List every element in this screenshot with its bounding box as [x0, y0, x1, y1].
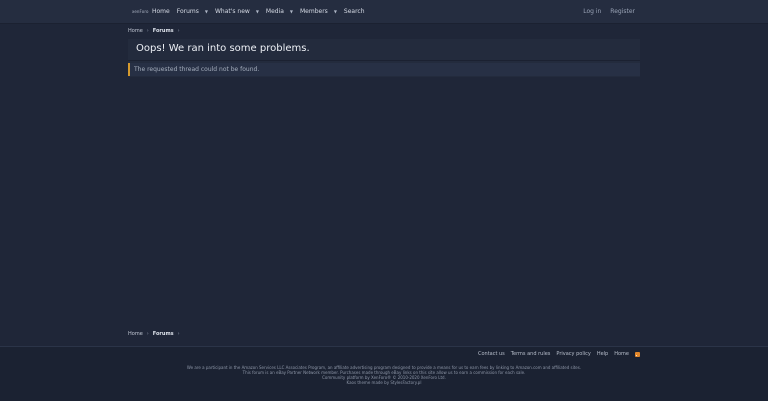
error-notice: The requested thread could not be found.	[128, 63, 640, 76]
chevron-down-icon[interactable]: ▼	[334, 9, 337, 14]
footer-line-theme: Kaos theme made by StylesFactory.pl	[346, 380, 422, 385]
chevron-down-icon[interactable]: ▼	[256, 9, 259, 14]
nav-whats-new[interactable]: What's new ▼	[215, 8, 259, 15]
main-nav: Home Forums ▼ What's new ▼ Media ▼ Membe…	[152, 0, 372, 23]
footer-link-privacy[interactable]: Privacy policy	[556, 351, 590, 357]
chevron-down-icon[interactable]: ▼	[290, 9, 293, 14]
nav-media[interactable]: Media ▼	[266, 8, 293, 15]
rss-icon[interactable]	[635, 351, 640, 357]
login-link[interactable]: Log in	[583, 8, 601, 15]
footer-link-home[interactable]: Home	[614, 351, 629, 357]
top-navigation-inner: xenForo Home Forums ▼ What's new ▼ Media…	[128, 0, 640, 23]
nav-forums[interactable]: Forums ▼	[177, 8, 208, 15]
breadcrumb-forums[interactable]: Forums	[153, 28, 174, 34]
chevron-down-icon[interactable]: ▼	[205, 9, 208, 14]
chevron-right-icon: ›	[177, 331, 180, 337]
nav-search[interactable]: Search	[344, 8, 365, 15]
nav-search-label: Search	[343, 8, 365, 15]
site-logo[interactable]: xenForo	[132, 9, 149, 14]
register-link[interactable]: Register	[610, 8, 635, 15]
divider	[128, 60, 640, 61]
nav-whats-new-label: What's new	[214, 8, 250, 15]
footer-link-terms[interactable]: Terms and rules	[511, 351, 551, 357]
chevron-right-icon: ›	[146, 28, 149, 34]
footer-links: Contact us Terms and rules Privacy polic…	[472, 351, 640, 357]
footer-link-contact[interactable]: Contact us	[478, 351, 505, 357]
nav-members-label: Members	[300, 8, 328, 15]
breadcrumb-home[interactable]: Home	[128, 331, 143, 337]
top-navigation-bar: xenForo Home Forums ▼ What's new ▼ Media…	[0, 0, 768, 24]
breadcrumb: Home › Forums ›	[128, 28, 184, 34]
nav-media-label: Media	[265, 8, 284, 15]
chevron-right-icon: ›	[146, 331, 149, 337]
breadcrumb-home[interactable]: Home	[128, 28, 143, 34]
breadcrumb-bottom: Home › Forums ›	[128, 331, 184, 337]
breadcrumb-forums[interactable]: Forums	[153, 331, 174, 337]
error-message: The requested thread could not be found.	[134, 66, 260, 73]
account-nav: Log in Register	[574, 0, 635, 23]
nav-members[interactable]: Members ▼	[300, 8, 337, 15]
chevron-right-icon: ›	[177, 28, 180, 34]
nav-home[interactable]: Home	[152, 8, 170, 15]
footer: Contact us Terms and rules Privacy polic…	[0, 346, 768, 401]
page-title: Oops! We ran into some problems.	[136, 43, 310, 54]
footer-disclaimer: We are a participant in the Amazon Servi…	[0, 365, 768, 385]
nav-forums-label: Forums	[176, 8, 199, 15]
nav-home-label: Home	[152, 8, 170, 15]
error-panel: Oops! We ran into some problems. The req…	[128, 39, 640, 77]
footer-link-help[interactable]: Help	[597, 351, 608, 357]
